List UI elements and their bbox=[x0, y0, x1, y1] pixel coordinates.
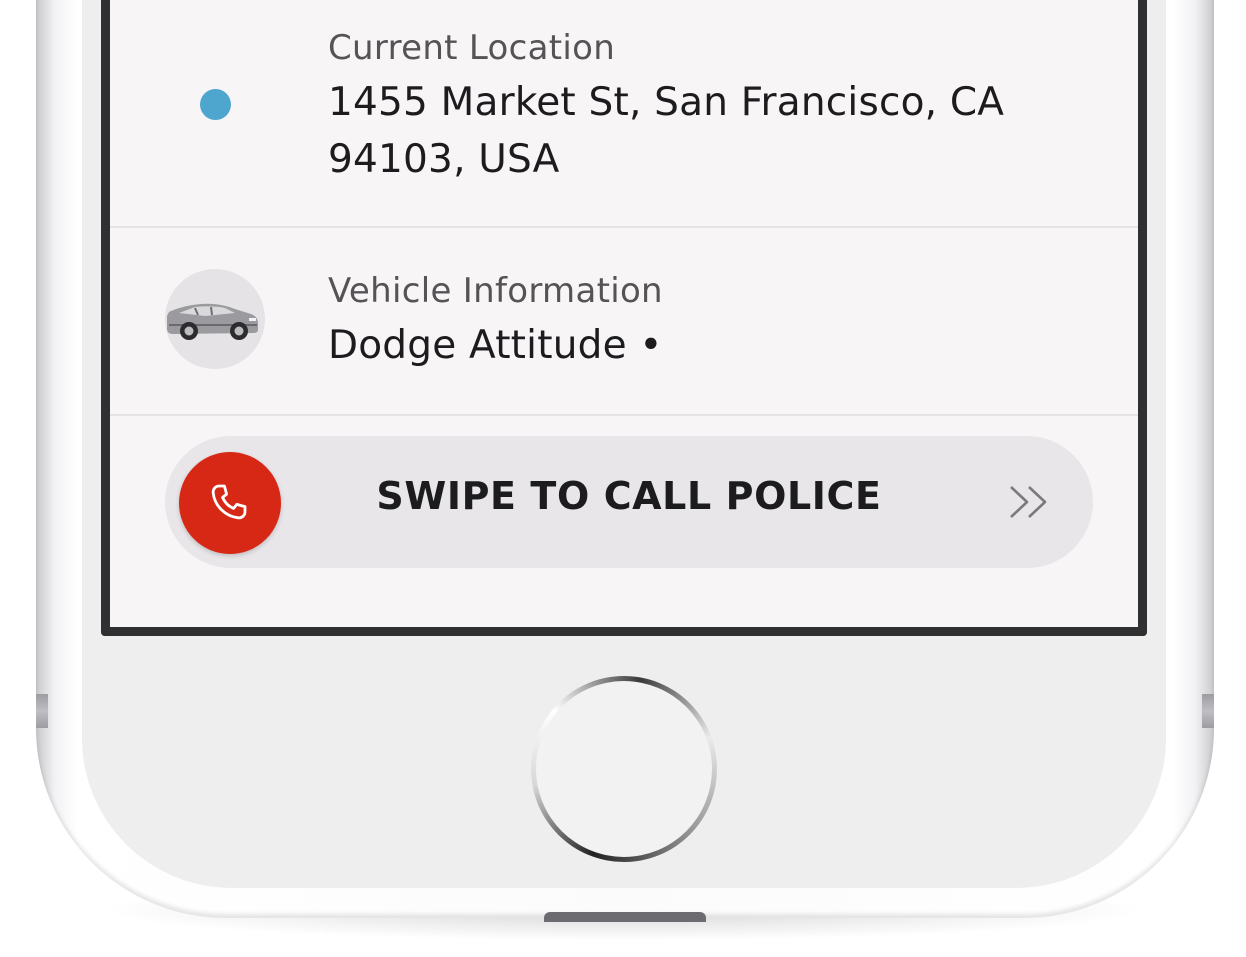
phone-icon bbox=[211, 484, 247, 520]
swipe-knob[interactable] bbox=[179, 452, 281, 554]
current-location-label: Current Location bbox=[328, 28, 616, 68]
location-dot-icon bbox=[200, 89, 231, 120]
vehicle-information-value: Dodge Attitude • bbox=[328, 323, 663, 368]
double-chevron-right-icon bbox=[1010, 486, 1047, 518]
divider bbox=[110, 226, 1138, 228]
home-button[interactable] bbox=[531, 676, 717, 862]
car-icon bbox=[165, 269, 265, 369]
vehicle-information-label: Vehicle Information bbox=[328, 271, 663, 311]
current-location-row: Current Location 1455 Market St, San Fra… bbox=[110, 0, 1138, 228]
divider bbox=[110, 414, 1138, 416]
antenna-band-left bbox=[36, 694, 48, 728]
phone-mockup: Current Location 1455 Market St, San Fra… bbox=[0, 0, 1246, 957]
current-location-address: 1455 Market St, San Francisco, CA 94103,… bbox=[328, 80, 1005, 182]
swipe-to-call-police-slider[interactable]: SWIPE TO CALL POLICE bbox=[165, 436, 1093, 568]
vehicle-information-row: Vehicle Information Dodge Attitude • bbox=[110, 229, 1138, 415]
speaker-grille bbox=[544, 912, 706, 922]
home-button-face bbox=[536, 681, 712, 857]
antenna-band-right bbox=[1202, 694, 1214, 728]
safety-screen: Current Location 1455 Market St, San Fra… bbox=[101, 0, 1147, 636]
swipe-to-call-police-label: SWIPE TO CALL POLICE bbox=[376, 474, 882, 518]
